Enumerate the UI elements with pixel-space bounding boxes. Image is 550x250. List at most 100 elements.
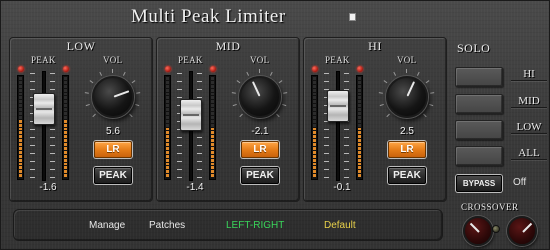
meter-segment <box>358 131 361 135</box>
lr-button[interactable]: LR <box>241 141 279 158</box>
manage-link[interactable]: Manage <box>89 220 125 231</box>
knob-tick <box>278 80 283 84</box>
peak-label: PEAK <box>325 55 350 65</box>
meter-segment <box>64 158 67 162</box>
meter-segment <box>358 158 361 162</box>
meter-segment <box>211 154 214 158</box>
solo-all-label: ALL <box>511 147 547 160</box>
meter-segment <box>358 139 361 143</box>
meter-segment <box>211 108 214 112</box>
knob-tick <box>84 92 89 94</box>
knob-tick <box>283 92 288 94</box>
meter-segment <box>211 115 214 119</box>
meter-segment <box>166 135 169 139</box>
knob-tick <box>423 113 427 118</box>
threshold-fader[interactable] <box>327 89 349 122</box>
threshold-fader[interactable] <box>180 99 202 132</box>
threshold-fader[interactable] <box>33 92 55 125</box>
meter-segment <box>211 77 214 80</box>
meter-segment <box>313 115 316 119</box>
crossover-led <box>492 225 500 233</box>
peak-value: -1.4 <box>186 182 204 193</box>
mode-selector[interactable]: LEFT-RIGHT <box>226 220 284 231</box>
meter-segment <box>313 119 316 123</box>
plugin-window: Multi Peak Limiter LOW MID HI PEAK VOL 5… <box>0 0 550 250</box>
meter-segment <box>211 100 214 104</box>
meter-segment <box>64 108 67 112</box>
meter-segment <box>64 150 67 154</box>
peak-led-right <box>210 66 216 72</box>
meter-segment <box>64 80 67 84</box>
meter-segment <box>64 77 67 80</box>
meter-segment <box>358 119 361 123</box>
knob-tick <box>393 71 397 76</box>
peak-led-left <box>18 66 24 72</box>
meter-segment <box>313 112 316 115</box>
preset-selector[interactable]: Default <box>324 220 356 231</box>
knob-body <box>239 76 281 118</box>
level-meter-right <box>209 75 216 180</box>
level-meter-right <box>356 75 363 180</box>
solo-low-label: LOW <box>511 121 547 134</box>
menu-icon[interactable] <box>349 13 356 21</box>
meter-segment <box>313 131 316 135</box>
lr-button[interactable]: LR <box>388 141 426 158</box>
peak-value: -1.6 <box>39 182 57 193</box>
meter-segment <box>166 84 169 88</box>
knob-body <box>92 76 134 118</box>
meter-segment <box>358 127 361 131</box>
peak-button[interactable]: PEAK <box>388 167 426 184</box>
meter-segment <box>64 135 67 139</box>
meter-segment <box>64 96 67 100</box>
meter-segment <box>166 143 169 147</box>
knob-pointer <box>469 222 480 233</box>
meter-segment <box>64 84 67 88</box>
meter-segment <box>313 77 316 80</box>
vol-knob[interactable] <box>386 76 428 118</box>
solo-all-button[interactable] <box>455 146 503 166</box>
meter-segment <box>19 88 22 92</box>
meter-segment <box>166 112 169 115</box>
meter-segment <box>64 123 67 127</box>
vol-knob[interactable] <box>92 76 134 118</box>
meter-segment <box>64 88 67 92</box>
meter-segment <box>19 77 22 80</box>
meter-segment <box>166 127 169 131</box>
meter-segment <box>313 139 316 143</box>
meter-segment <box>166 166 169 170</box>
lr-button[interactable]: LR <box>94 141 132 158</box>
meter-segment <box>64 162 67 166</box>
bypass-button[interactable]: BYPASS <box>456 175 502 192</box>
vol-knob[interactable] <box>239 76 281 118</box>
meter-segment <box>211 162 214 166</box>
meter-segment <box>166 80 169 84</box>
solo-hi-button[interactable] <box>455 67 503 87</box>
crossover-high-knob[interactable] <box>507 216 537 246</box>
meter-segment <box>19 139 22 143</box>
knob-tick <box>430 92 435 94</box>
meter-segment <box>211 139 214 143</box>
peak-led-right <box>63 66 69 72</box>
meter-segment <box>211 131 214 135</box>
meter-segment <box>19 158 22 162</box>
meter-segment <box>211 88 214 92</box>
knob-tick <box>259 69 260 73</box>
crossover-low-knob[interactable] <box>463 216 493 246</box>
patches-link[interactable]: Patches <box>149 220 185 231</box>
meter-segment <box>358 112 361 115</box>
meter-segment <box>19 104 22 108</box>
knob-tick <box>99 71 103 76</box>
meter-segment <box>166 147 169 150</box>
peak-button[interactable]: PEAK <box>94 167 132 184</box>
meter-segment <box>211 127 214 131</box>
peak-button[interactable]: PEAK <box>241 167 279 184</box>
level-meter-left <box>311 75 318 180</box>
meter-segment <box>211 150 214 154</box>
knob-tick <box>239 113 243 118</box>
meter-segment <box>166 100 169 104</box>
solo-mid-button[interactable] <box>455 94 503 114</box>
knob-tick <box>282 103 287 107</box>
meter-segment <box>19 115 22 119</box>
solo-low-button[interactable] <box>455 120 503 140</box>
vol-value: 2.5 <box>400 126 414 137</box>
